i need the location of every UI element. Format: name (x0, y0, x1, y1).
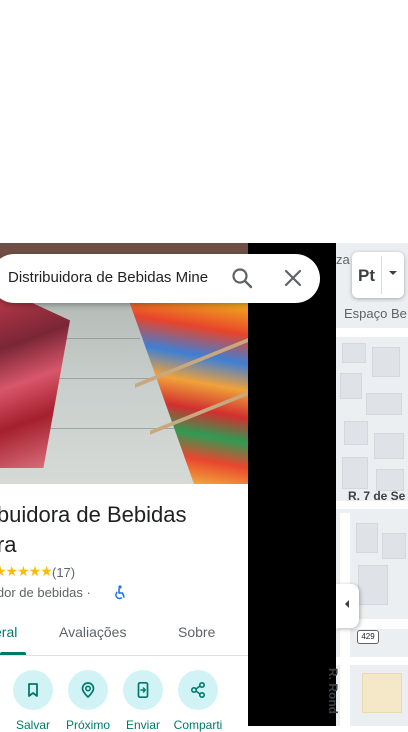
map-label-street: R. 7 de Se (348, 489, 406, 503)
rating-stars: ★★★★★ (0, 563, 53, 579)
chevron-left-icon (345, 600, 349, 608)
rating-count[interactable]: (17) (52, 565, 75, 580)
place-category[interactable]: idor de bebidas · (0, 585, 91, 600)
bookmark-icon (28, 683, 38, 697)
close-icon[interactable] (281, 266, 305, 290)
nearby-search-icon (81, 682, 95, 699)
map-building (372, 347, 400, 377)
place-title: ibuidora de Bebidas ira (0, 500, 244, 560)
map-label-street: R. Rond (326, 668, 340, 714)
nearby-label: Próximo (65, 718, 110, 732)
map-building (382, 533, 406, 559)
send-label: Enviar (125, 718, 160, 732)
nearby-button[interactable] (68, 670, 108, 710)
map-building (358, 565, 388, 605)
share-icon (190, 681, 206, 699)
tab-reviews[interactable]: Avaliações (59, 624, 126, 640)
route-shield: 429 (357, 630, 379, 644)
floor-tile-line (60, 338, 140, 339)
tab-about[interactable]: Sobre (178, 624, 215, 640)
floor-tile-line (45, 378, 155, 379)
save-label: Salvar (15, 718, 50, 732)
map-type-divider (381, 256, 382, 294)
send-to-phone-button[interactable] (123, 670, 163, 710)
map-building (362, 673, 402, 713)
map-label-place[interactable]: Espaço Be (344, 306, 407, 321)
map-building (342, 343, 366, 363)
place-title-line: ibuidora de Bebidas (0, 502, 187, 527)
map-building (366, 393, 402, 415)
tabs-divider (0, 655, 248, 656)
place-title-line: ira (0, 532, 17, 557)
map-type-label: Pt (358, 266, 375, 285)
map-building (374, 433, 404, 459)
map-road (336, 328, 408, 337)
share-button[interactable] (178, 670, 218, 710)
search-icon[interactable] (230, 266, 254, 290)
save-button[interactable] (13, 670, 53, 710)
map-building (342, 457, 368, 489)
map-building (340, 373, 362, 399)
send-to-phone-icon (137, 681, 149, 699)
search-input[interactable]: Distribuidora de Bebidas Mine (8, 269, 218, 289)
caret-down-icon[interactable] (387, 268, 399, 278)
tab-overview[interactable]: eral (0, 624, 17, 640)
share-label: Comparti (173, 718, 223, 732)
map-building (376, 469, 404, 491)
panel-gap (248, 243, 336, 726)
map-label: za (336, 252, 350, 267)
wheelchair-icon (115, 585, 125, 600)
map-building (344, 421, 368, 445)
map-building (356, 523, 378, 553)
